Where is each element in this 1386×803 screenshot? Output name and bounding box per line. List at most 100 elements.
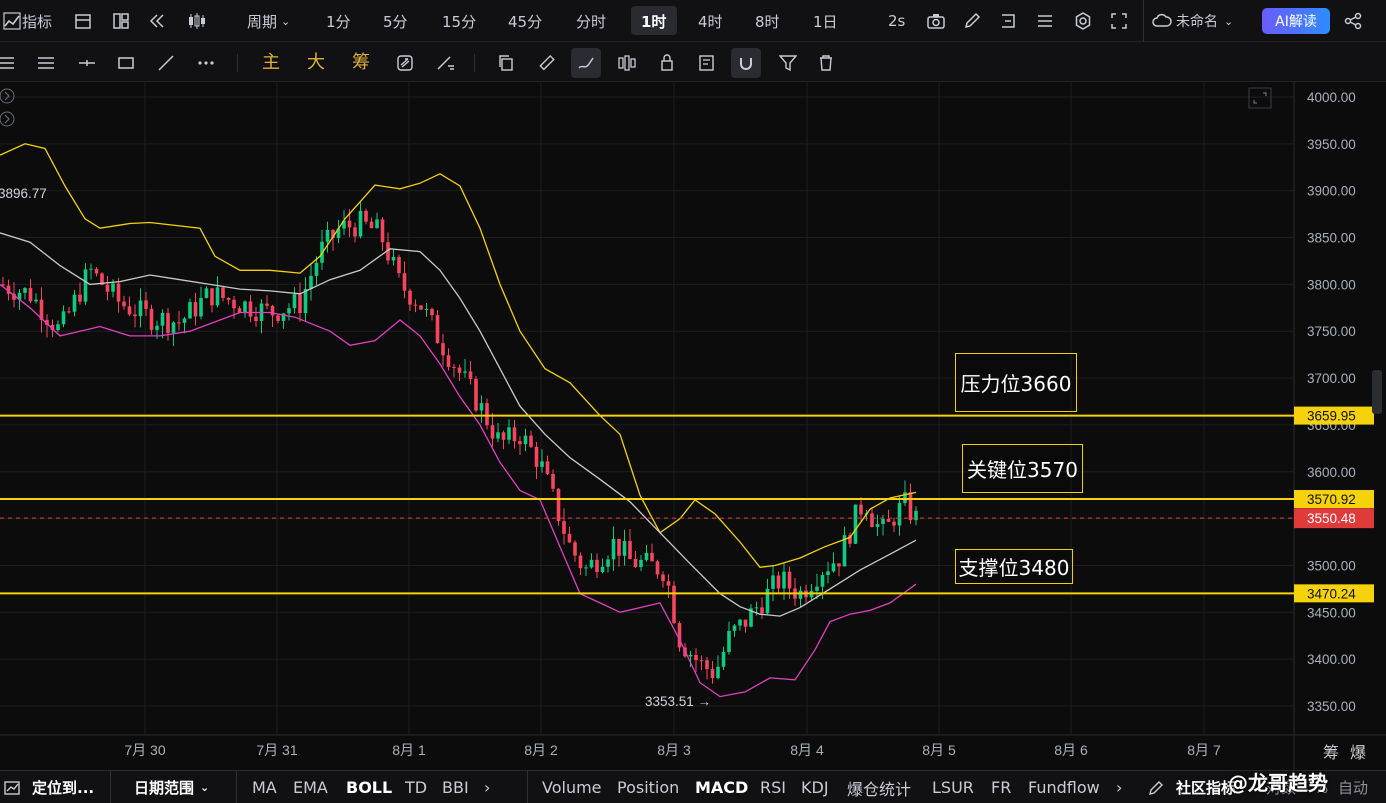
filter-icon[interactable] bbox=[777, 52, 799, 74]
cloud-icon[interactable] bbox=[1152, 11, 1172, 31]
fullscreen-icon[interactable] bbox=[1109, 11, 1129, 31]
sub-liquidation-stats[interactable]: 爆仓统计 bbox=[847, 771, 911, 803]
horizontal-line-icon[interactable] bbox=[76, 52, 98, 74]
rectangle-icon[interactable] bbox=[115, 52, 137, 74]
lock-icon[interactable] bbox=[656, 52, 678, 74]
sub-fundflow[interactable]: Fundflow bbox=[1028, 771, 1100, 803]
sub-lsur[interactable]: LSUR bbox=[932, 771, 974, 803]
candle-body bbox=[298, 294, 302, 314]
period-dropdown[interactable]: 周期 ⌄ bbox=[247, 0, 290, 42]
pencil-icon[interactable] bbox=[962, 11, 982, 31]
chart-area[interactable]: 7月 30 7月 31 8月 1 8月 2 8月 3 8月 4 8月 5 8月 6 8月 7 40… bbox=[0, 82, 1386, 770]
community-indicators[interactable]: 社区指标 bbox=[1176, 771, 1236, 803]
note-icon[interactable] bbox=[696, 52, 718, 74]
candle-body bbox=[358, 210, 363, 237]
candle-body bbox=[485, 403, 489, 426]
candle-body bbox=[391, 256, 396, 261]
candle-body bbox=[28, 288, 33, 302]
refresh-interval[interactable]: 2s bbox=[888, 0, 905, 42]
trend-line-icon[interactable] bbox=[155, 52, 177, 74]
copy-icon[interactable] bbox=[495, 52, 517, 74]
candle-body bbox=[501, 432, 506, 440]
resistance-annotation[interactable]: 压力位3660 bbox=[955, 353, 1077, 412]
indicator-bbi[interactable]: BBI bbox=[442, 771, 469, 803]
interval-5m[interactable]: 5分 bbox=[383, 0, 408, 42]
swap-lines-icon[interactable] bbox=[435, 52, 457, 74]
interval-timeline[interactable]: 分时 bbox=[576, 0, 606, 42]
candle-body bbox=[578, 555, 583, 569]
rewind-icon[interactable] bbox=[147, 11, 167, 31]
trash-icon[interactable] bbox=[815, 52, 837, 74]
interval-1m[interactable]: 1分 bbox=[326, 0, 351, 42]
interval-15m[interactable]: 15分 bbox=[442, 0, 476, 42]
menu-icon[interactable] bbox=[0, 52, 18, 74]
indicator-ema[interactable]: EMA bbox=[293, 771, 328, 803]
sub-macd[interactable]: MACD bbox=[695, 771, 748, 803]
chart-svg[interactable]: 7月 30 7月 31 8月 1 8月 2 8月 3 8月 4 8月 5 8月 6 8月 7 40… bbox=[0, 82, 1386, 770]
layout-icon[interactable] bbox=[111, 11, 131, 31]
candle-body bbox=[529, 435, 533, 447]
candle-body bbox=[787, 571, 792, 589]
share-icon[interactable] bbox=[1343, 11, 1363, 31]
y-tick-label: 3400.00 bbox=[1307, 652, 1356, 667]
candle-body bbox=[892, 521, 896, 526]
y-tick-label: 3500.00 bbox=[1307, 558, 1356, 573]
sub-volume[interactable]: Volume bbox=[542, 771, 602, 803]
edit-icon[interactable] bbox=[1148, 771, 1164, 803]
swap-icon[interactable] bbox=[394, 52, 416, 74]
last-price-label: 3550.48 bbox=[1307, 511, 1356, 526]
period-label: 周期 bbox=[247, 12, 278, 31]
bottom-toolbar: 定位到... 日期范围 ⌄ MA EMA BOLL TD BBI › Volume… bbox=[0, 770, 1386, 803]
date-range-dropdown[interactable]: 日期范围 ⌄ bbox=[134, 771, 209, 803]
candle-body bbox=[655, 561, 660, 575]
chevron-right-icon[interactable]: › bbox=[484, 771, 490, 803]
interval-8h[interactable]: 8时 bbox=[755, 0, 780, 42]
candle-body bbox=[67, 311, 71, 313]
big-order-button[interactable]: 大 bbox=[303, 50, 329, 73]
low-price-marker: 3353.51 → bbox=[645, 694, 711, 709]
candle-type-icon[interactable] bbox=[187, 11, 207, 31]
brush-icon[interactable] bbox=[571, 48, 601, 78]
support-annotation[interactable]: 支撑位3480 bbox=[955, 549, 1073, 584]
indicator-icon[interactable] bbox=[2, 11, 22, 31]
locate-icon[interactable] bbox=[4, 771, 22, 803]
watermark: @龙哥趋势 bbox=[1228, 771, 1328, 795]
y-tick-label: 3450.00 bbox=[1307, 605, 1356, 620]
auto-scale-toggle[interactable]: 自动 bbox=[1338, 771, 1368, 803]
x-tick-label: 8月 4 bbox=[790, 742, 824, 758]
more-icon[interactable] bbox=[195, 52, 217, 74]
indicator-boll[interactable]: BOLL bbox=[346, 771, 392, 803]
gear-icon[interactable] bbox=[1073, 11, 1093, 31]
layout-name-dropdown[interactable]: 未命名 ⌄ bbox=[1176, 0, 1233, 42]
calendar-icon[interactable] bbox=[73, 11, 93, 31]
candle-body bbox=[776, 575, 781, 589]
chip-button[interactable]: 筹 bbox=[348, 50, 374, 73]
template-icon[interactable] bbox=[998, 11, 1018, 31]
locate-button[interactable]: 定位到... bbox=[32, 771, 94, 803]
indicator-ma[interactable]: MA bbox=[252, 771, 277, 803]
magnet-icon[interactable] bbox=[731, 48, 761, 78]
ai-analysis-button[interactable]: AI解读 bbox=[1262, 8, 1330, 34]
camera-icon[interactable] bbox=[926, 11, 946, 31]
sub-position[interactable]: Position bbox=[617, 771, 679, 803]
sub-rsi[interactable]: RSI bbox=[760, 771, 786, 803]
ruler-icon[interactable] bbox=[535, 52, 557, 74]
y-tick-label: 3900.00 bbox=[1307, 184, 1356, 199]
interval-4h[interactable]: 4时 bbox=[698, 0, 723, 42]
candle-body bbox=[254, 316, 258, 322]
sub-fr[interactable]: FR bbox=[991, 771, 1011, 803]
interval-1h[interactable]: 1时 bbox=[641, 0, 666, 42]
interval-45m[interactable]: 45分 bbox=[508, 0, 542, 42]
candles-icon[interactable] bbox=[616, 52, 638, 74]
parallel-lines-icon[interactable] bbox=[35, 52, 57, 74]
y-tick-label: 3800.00 bbox=[1307, 277, 1356, 292]
list-icon[interactable] bbox=[1035, 11, 1055, 31]
sub-kdj[interactable]: KDJ bbox=[801, 771, 829, 803]
interval-1d[interactable]: 1日 bbox=[813, 0, 838, 42]
indicator-td[interactable]: TD bbox=[405, 771, 427, 803]
candle-body bbox=[534, 446, 539, 467]
chevron-right-icon[interactable]: › bbox=[1116, 771, 1122, 803]
indicators-button[interactable]: 指标 bbox=[22, 0, 52, 42]
main-force-button[interactable]: 主 bbox=[258, 50, 284, 73]
key-level-annotation[interactable]: 关键位3570 bbox=[962, 444, 1083, 493]
